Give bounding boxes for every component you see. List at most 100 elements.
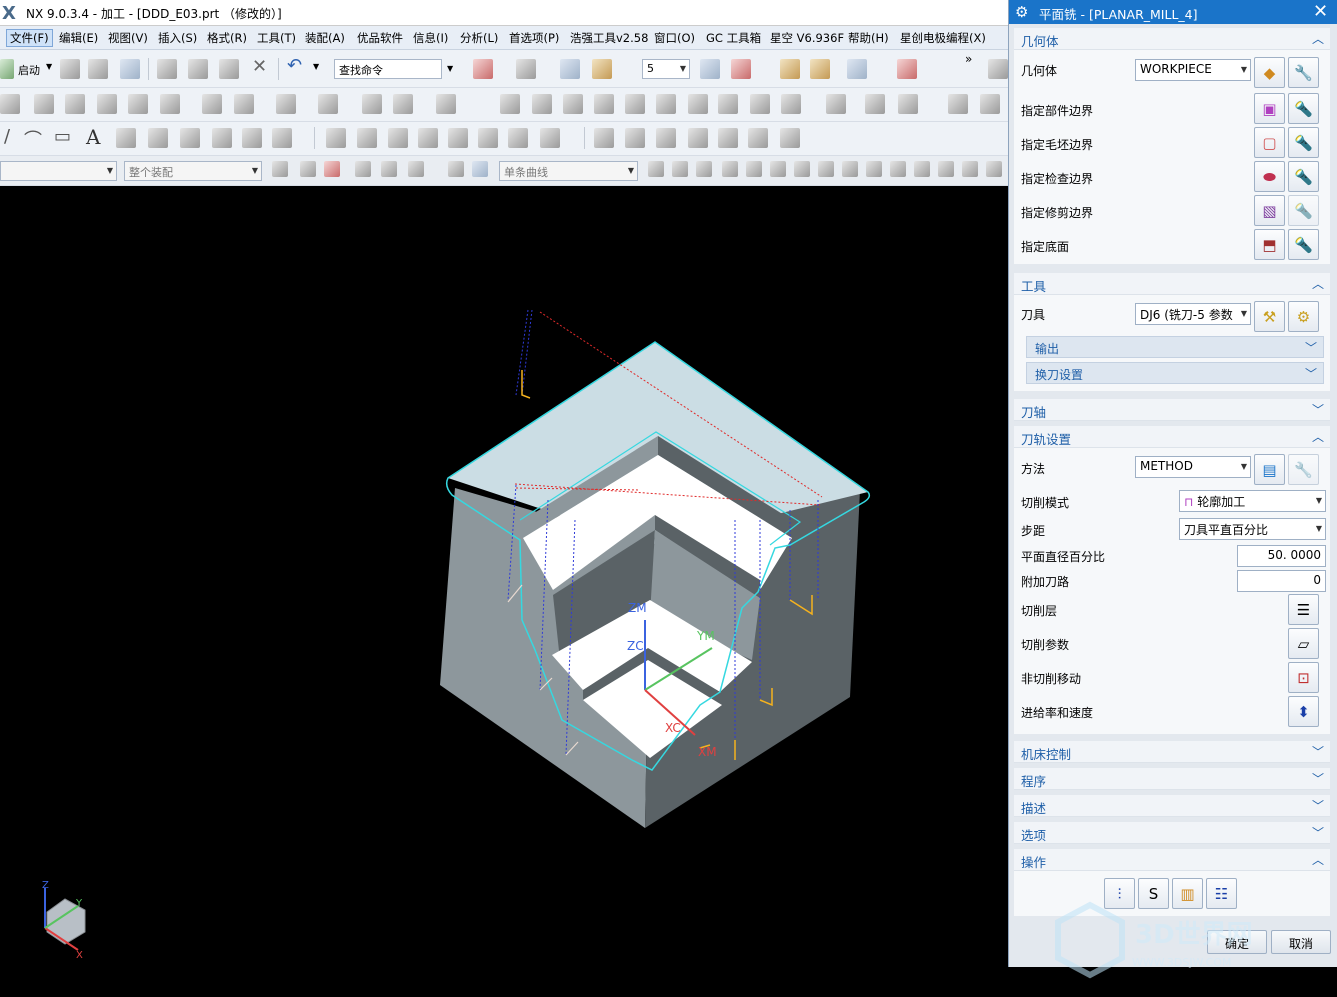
menu-file[interactable]: 文件(F): [6, 29, 53, 47]
blank-boundary-button[interactable]: ▢: [1254, 127, 1285, 158]
snap-tool-icon[interactable]: [938, 161, 954, 177]
polygon-icon[interactable]: [826, 94, 846, 114]
snap-tool-icon[interactable]: [890, 161, 906, 177]
geometry-select[interactable]: WORKPIECE ▼: [1135, 59, 1251, 81]
feature-tool-icon[interactable]: [97, 94, 117, 114]
tool-section-header[interactable]: 工具 ︿: [1014, 273, 1330, 295]
cut-icon[interactable]: [157, 59, 177, 79]
selection-tool-icon[interactable]: [381, 161, 397, 177]
edit-geometry-button[interactable]: 🔧: [1288, 57, 1319, 88]
copy-icon[interactable]: [188, 59, 208, 79]
floor-display-button[interactable]: 🔦: [1288, 229, 1319, 260]
selection-tool-icon[interactable]: [300, 161, 316, 177]
feature-tool-icon[interactable]: [656, 94, 676, 114]
chevron-up-icon[interactable]: ︿: [1312, 30, 1324, 47]
snap-tool-icon[interactable]: [866, 161, 882, 177]
curve-tool-icon[interactable]: [272, 128, 292, 148]
method-select[interactable]: METHOD ▼: [1135, 456, 1251, 478]
cut-pattern-select[interactable]: ⊓ 轮廓加工 ▼: [1179, 490, 1326, 512]
generate-toolpath-icon[interactable]: [780, 59, 800, 79]
bear-icon[interactable]: [748, 128, 768, 148]
geometry-section-header[interactable]: 几何体 ︿: [1014, 28, 1330, 50]
gear-icon[interactable]: ⚙: [1015, 3, 1028, 21]
line-icon[interactable]: /: [4, 126, 10, 147]
snap-tool-icon[interactable]: [770, 161, 786, 177]
chevron-down-icon[interactable]: ﹀: [1312, 770, 1324, 787]
tool-select[interactable]: DJ6 (铣刀-5 参数 ▼: [1135, 303, 1251, 325]
snap-tool-icon[interactable]: [672, 161, 688, 177]
flat-diameter-input[interactable]: 50. 0000: [1237, 545, 1326, 567]
curve-tool-icon[interactable]: [540, 128, 560, 148]
check-boundary-button[interactable]: ⬬: [1254, 161, 1285, 192]
close-icon[interactable]: ✕: [1313, 1, 1328, 22]
check-boundary-display-button[interactable]: 🔦: [1288, 161, 1319, 192]
additional-passes-input[interactable]: 0: [1237, 570, 1326, 592]
save-icon[interactable]: [120, 59, 140, 79]
menu-help[interactable]: 帮助(H): [848, 30, 889, 46]
feature-tool-icon[interactable]: [202, 94, 222, 114]
curve-tool-icon[interactable]: [212, 128, 232, 148]
start-dropdown-icon[interactable]: ▼: [46, 62, 52, 71]
snap-tool-icon[interactable]: [648, 161, 664, 177]
find-command-input[interactable]: 查找命令: [334, 59, 442, 79]
new-geometry-button[interactable]: ◆: [1254, 57, 1285, 88]
feature-tool-icon[interactable]: [362, 94, 382, 114]
curve-tool-icon[interactable]: [388, 128, 408, 148]
selection-scope-select[interactable]: 整个装配 ▼: [124, 161, 262, 181]
new-method-button[interactable]: ▤: [1254, 454, 1285, 485]
menu-youpin[interactable]: 优品软件: [357, 30, 403, 46]
menu-haoqiang[interactable]: 浩强工具v2.58: [570, 30, 648, 46]
postprocess-icon[interactable]: [847, 59, 867, 79]
curve-tool-icon[interactable]: [478, 128, 498, 148]
machine-control-header[interactable]: 机床控制 ﹀: [1014, 741, 1330, 763]
curve-tool-icon[interactable]: [116, 128, 136, 148]
feature-tool-icon[interactable]: [532, 94, 552, 114]
snap-tool-icon[interactable]: [818, 161, 834, 177]
feature-tool-icon[interactable]: [500, 94, 520, 114]
tool-axis-section-header[interactable]: 刀轴 ﹀: [1014, 399, 1330, 421]
curve-tool-icon[interactable]: [718, 128, 738, 148]
chevron-up-icon[interactable]: ︿: [1312, 275, 1324, 292]
edit-method-button[interactable]: 🔧: [1288, 454, 1319, 485]
feature-tool-icon[interactable]: [898, 94, 918, 114]
edit-tool-button[interactable]: ⚙: [1288, 301, 1319, 332]
menu-tools[interactable]: 工具(T): [257, 30, 296, 46]
menu-view[interactable]: 视图(V): [108, 30, 148, 46]
selection-tool-icon[interactable]: [472, 161, 488, 177]
feature-tool-icon[interactable]: [688, 94, 708, 114]
cut-levels-button[interactable]: ☰: [1288, 594, 1319, 625]
program-header[interactable]: 程序 ﹀: [1014, 768, 1330, 790]
chevron-down-icon[interactable]: ﹀: [1305, 365, 1317, 382]
curve-tool-icon[interactable]: [780, 128, 800, 148]
menu-gc-toolbox[interactable]: GC 工具箱: [706, 30, 761, 46]
chevron-down-icon[interactable]: ﹀: [1312, 743, 1324, 760]
menu-window[interactable]: 窗口(O): [654, 30, 695, 46]
stepover-select[interactable]: 刀具平直百分比 ▼: [1179, 518, 1326, 540]
trim-boundary-button[interactable]: ▧: [1254, 195, 1285, 226]
menu-electrode[interactable]: 星创电极编程(X): [900, 30, 986, 46]
selection-number-select[interactable]: 5 ▼: [642, 59, 690, 79]
path-settings-header[interactable]: 刀轨设置 ︿: [1014, 426, 1330, 448]
feature-tool-icon[interactable]: [750, 94, 770, 114]
menu-edit[interactable]: 编辑(E): [59, 30, 98, 46]
snap-tool-icon[interactable]: [696, 161, 712, 177]
feature-tool-icon[interactable]: [0, 94, 20, 114]
misc-tool-icon[interactable]: [988, 59, 1008, 79]
trim-boundary-display-button[interactable]: 🔦: [1288, 195, 1319, 226]
open-file-icon[interactable]: [88, 59, 108, 79]
feature-tool-icon[interactable]: [128, 94, 148, 114]
rectangle-icon[interactable]: ▭: [54, 126, 71, 147]
part-boundary-button[interactable]: ▣: [1254, 93, 1285, 124]
menu-info[interactable]: 信息(I): [413, 30, 448, 46]
feature-tool-icon[interactable]: [980, 94, 1000, 114]
curve-tool-icon[interactable]: [148, 128, 168, 148]
feature-tool-icon[interactable]: [563, 94, 583, 114]
undo-dropdown-icon[interactable]: ▼: [313, 62, 319, 71]
feeds-speeds-button[interactable]: ⬍: [1288, 696, 1319, 727]
chevron-down-icon[interactable]: ﹀: [1312, 401, 1324, 418]
feature-tool-icon[interactable]: [234, 94, 254, 114]
shop-doc-icon[interactable]: [897, 59, 917, 79]
snap-tool-icon[interactable]: [746, 161, 762, 177]
curve-tool-icon[interactable]: [625, 128, 645, 148]
type-filter-select[interactable]: ▼: [0, 161, 117, 181]
